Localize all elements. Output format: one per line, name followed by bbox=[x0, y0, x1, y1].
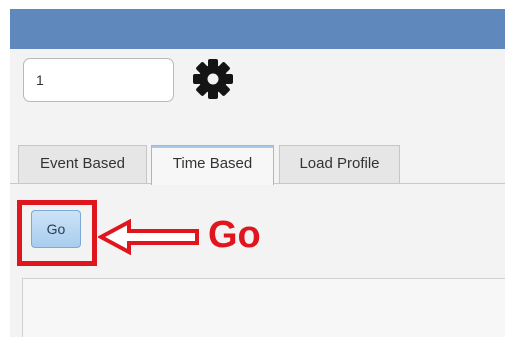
title-bar bbox=[10, 9, 505, 49]
tab-event-based[interactable]: Event Based bbox=[18, 145, 147, 183]
top-margin bbox=[0, 0, 505, 9]
arrow-left-icon bbox=[98, 219, 199, 255]
annotation-label: Go bbox=[208, 214, 261, 256]
tab-time-based[interactable]: Time Based bbox=[151, 145, 274, 185]
tab-load-profile[interactable]: Load Profile bbox=[279, 145, 400, 183]
content-panel bbox=[22, 278, 505, 337]
go-button[interactable]: Go bbox=[31, 210, 81, 248]
gear-icon[interactable] bbox=[190, 56, 236, 102]
number-input[interactable] bbox=[23, 58, 174, 102]
